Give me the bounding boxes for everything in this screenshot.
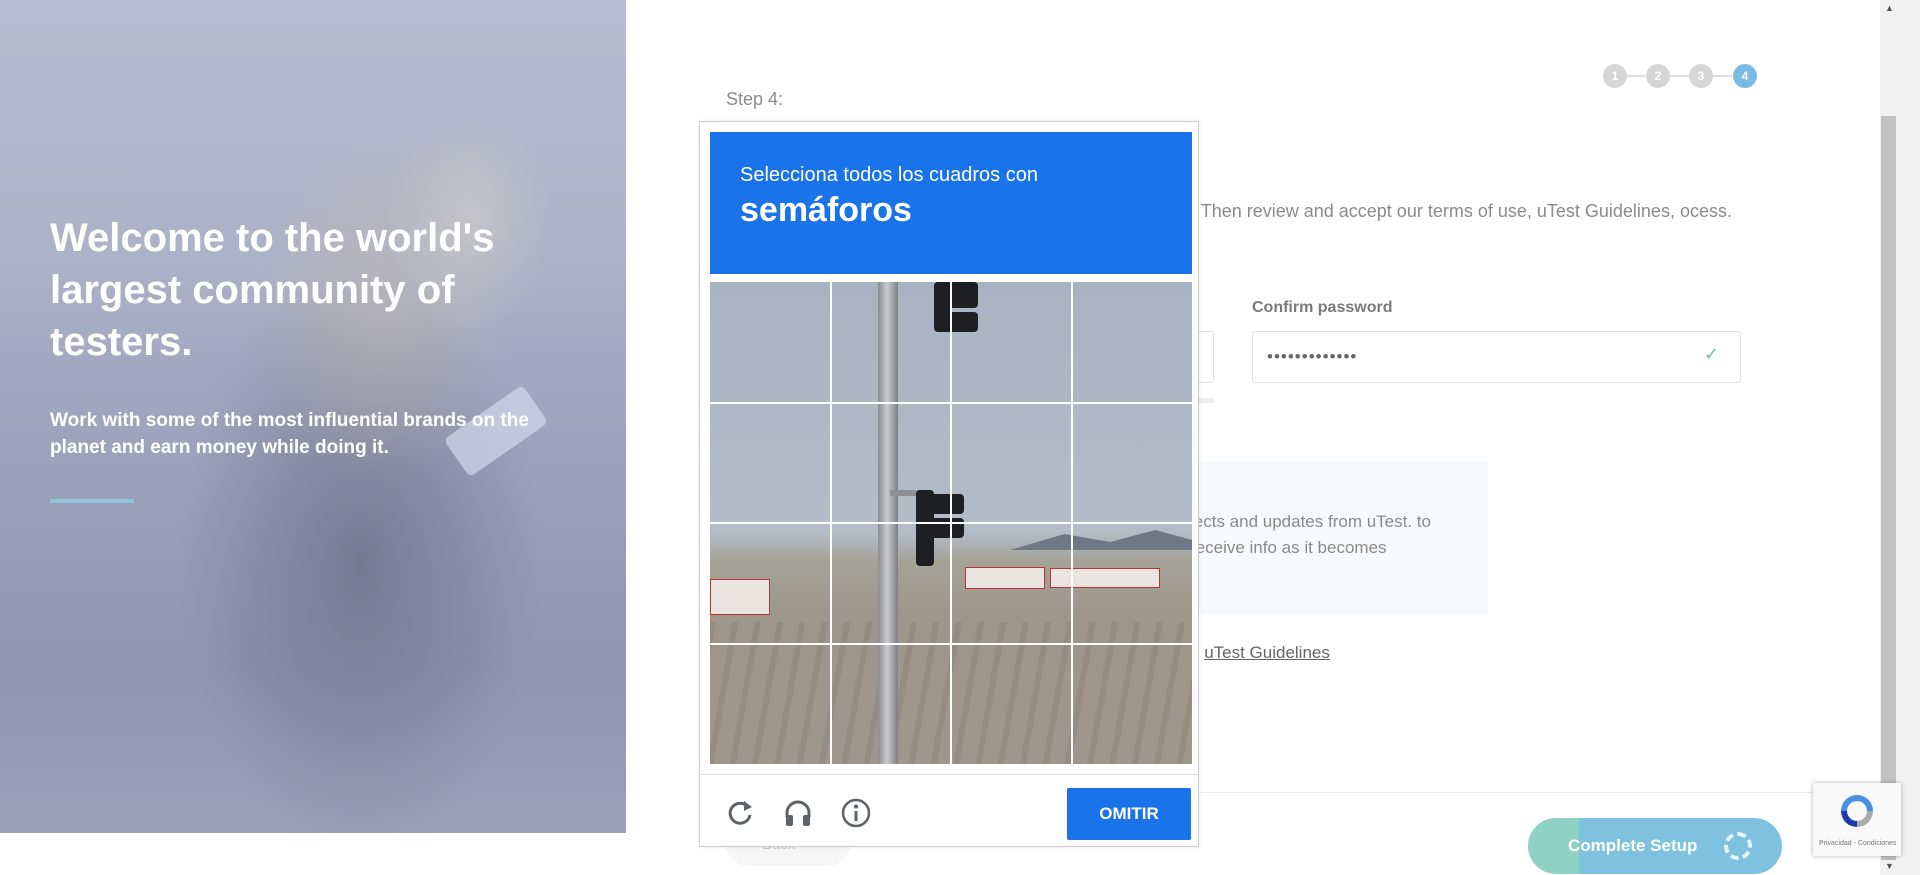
scroll-down-arrow-icon[interactable]: ▼ — [1881, 858, 1898, 875]
captcha-tile[interactable] — [951, 644, 1072, 765]
guidelines-link[interactable]: uTest Guidelines — [1204, 643, 1330, 662]
info-icon[interactable] — [840, 797, 872, 829]
captcha-tile[interactable] — [831, 523, 952, 644]
skip-button[interactable]: OMITIR — [1067, 788, 1191, 840]
complete-setup-label: Complete Setup — [1568, 836, 1698, 855]
captcha-tile[interactable] — [710, 282, 831, 403]
notifications-text: jects and updates from uTest. to receive… — [1190, 512, 1431, 557]
recaptcha-logo-icon — [1841, 795, 1873, 827]
captcha-footer: OMITIR — [700, 774, 1198, 846]
step-label: Step 4: — [726, 89, 784, 109]
hero-subtitle: Work with some of the most influential b… — [50, 410, 529, 458]
captcha-grid-line — [710, 401, 1192, 404]
step-1: 1 — [1603, 64, 1627, 88]
captcha-tile[interactable] — [831, 282, 952, 403]
captcha-tile[interactable] — [1072, 282, 1193, 403]
reload-icon[interactable] — [724, 797, 756, 829]
captcha-header: Selecciona todos los cuadros con semáfor… — [710, 132, 1192, 274]
captcha-image-grid — [710, 282, 1192, 764]
captcha-grid-line — [710, 522, 1192, 524]
captcha-tile[interactable] — [831, 644, 952, 765]
captcha-tile[interactable] — [951, 403, 1072, 524]
captcha-tile[interactable] — [951, 282, 1072, 403]
guidelines-text: e uTest Guidelines — [1190, 643, 1330, 663]
loading-spinner-icon — [1724, 832, 1752, 860]
complete-setup-button[interactable]: Complete Setup — [1528, 818, 1782, 874]
step-connector — [1667, 75, 1689, 77]
captcha-tile[interactable] — [951, 523, 1072, 644]
captcha-tile[interactable] — [710, 644, 831, 765]
intro-text: unt. Then review and accept our terms of… — [1166, 201, 1732, 221]
confirm-password-field[interactable] — [1252, 331, 1741, 383]
scrollbar-thumb[interactable] — [1881, 116, 1896, 860]
captcha-tile[interactable] — [710, 523, 831, 644]
step-4: 4 — [1733, 64, 1757, 88]
hero-accent-line — [50, 499, 134, 503]
recaptcha-badge[interactable]: Privacidad - Condiciones — [1813, 783, 1901, 856]
headphones-icon[interactable] — [782, 797, 814, 829]
hero-panel: Welcome to the world's largest community… — [0, 0, 626, 833]
step-2: 2 — [1646, 64, 1670, 88]
captcha-keyword: semáforos — [740, 191, 912, 229]
captcha-tile[interactable] — [831, 403, 952, 524]
scroll-up-arrow-icon[interactable]: ▲ — [1881, 0, 1898, 17]
recaptcha-badge-text[interactable]: Privacidad - Condiciones — [1819, 840, 1896, 847]
captcha-tile[interactable] — [1072, 523, 1193, 644]
check-icon: ✓ — [1704, 344, 1720, 364]
captcha-tile[interactable] — [710, 403, 831, 524]
captcha-challenge: Selecciona todos los cuadros con semáfor… — [699, 121, 1199, 847]
captcha-tile[interactable] — [1072, 403, 1193, 524]
captcha-grid-line — [710, 642, 1192, 645]
confirm-password-label: Confirm password — [1252, 299, 1393, 316]
hero-title: Welcome to the world's largest community… — [50, 216, 495, 364]
captcha-tile[interactable] — [1072, 644, 1193, 765]
step-connector — [1710, 75, 1732, 77]
step-3: 3 — [1689, 64, 1713, 88]
captcha-instruction: Selecciona todos los cuadros con — [740, 164, 1038, 186]
